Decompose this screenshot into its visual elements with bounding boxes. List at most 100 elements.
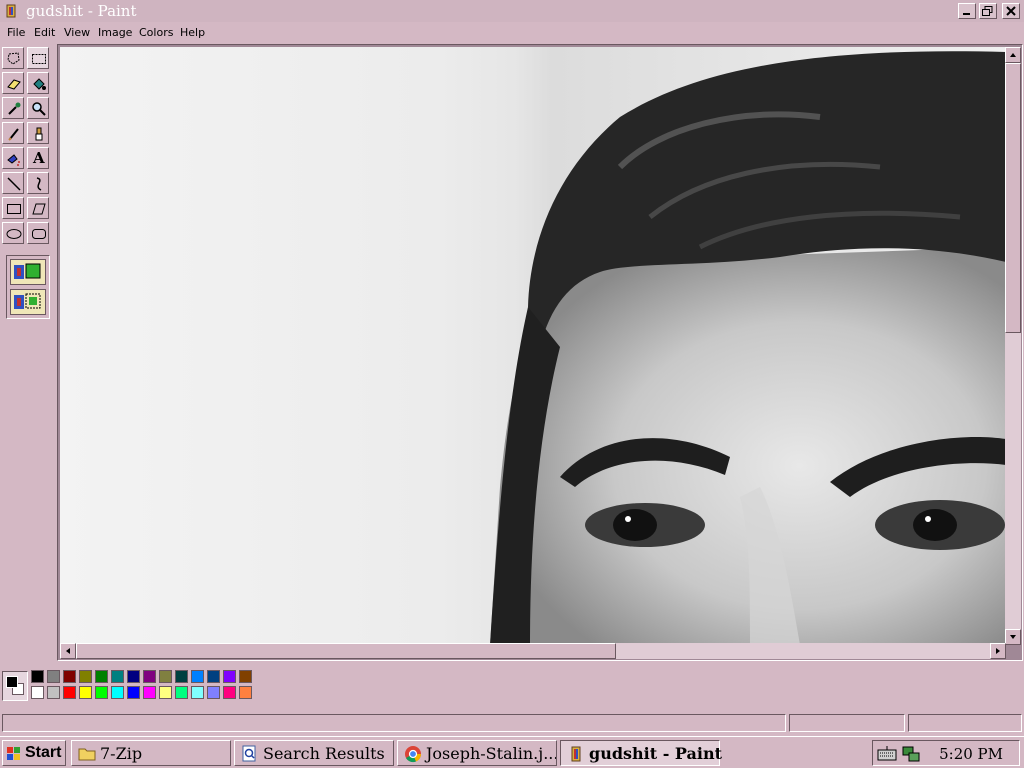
palette-swatch[interactable] <box>143 686 156 699</box>
clock[interactable]: 5:20 PM <box>939 745 1003 763</box>
palette-swatch[interactable] <box>207 670 220 683</box>
fill-bucket-icon <box>33 78 46 90</box>
palette-swatch[interactable] <box>31 686 44 699</box>
eyedropper-icon <box>8 102 21 115</box>
menu-file[interactable]: File <box>7 26 25 39</box>
palette-swatch[interactable] <box>95 686 108 699</box>
start-label: Start <box>25 744 62 761</box>
brush-icon <box>35 127 43 141</box>
horizontal-scroll-thumb[interactable] <box>76 643 616 659</box>
palette-swatch[interactable] <box>175 686 188 699</box>
free-form-select-icon <box>7 52 20 65</box>
polygon-tool[interactable] <box>27 197 49 219</box>
magnifier-icon <box>32 102 46 116</box>
eraser-tool[interactable] <box>2 72 24 94</box>
scroll-up-button[interactable] <box>1005 47 1021 63</box>
canvas-area <box>57 44 1023 661</box>
tool-options-panel <box>6 255 50 319</box>
taskbar-label: 7-Zip <box>100 744 143 763</box>
palette-swatch[interactable] <box>191 686 204 699</box>
arrow-left-icon <box>66 648 70 654</box>
scroll-down-button[interactable] <box>1005 629 1021 645</box>
rounded-rect-icon <box>32 229 46 239</box>
palette-swatch[interactable] <box>111 686 124 699</box>
palette-swatch[interactable] <box>47 686 60 699</box>
minimize-button[interactable] <box>958 3 976 19</box>
line-tool[interactable] <box>2 172 24 194</box>
restore-button[interactable] <box>979 3 997 19</box>
taskbar-button-search-results[interactable]: Search Results <box>234 740 394 766</box>
fill-bucket-tool[interactable] <box>27 72 49 94</box>
paint-app-icon <box>6 4 16 18</box>
brush-tool[interactable] <box>27 122 49 144</box>
search-results-icon <box>242 745 256 762</box>
arrow-down-icon <box>1010 635 1016 639</box>
vertical-scrollbar[interactable] <box>1005 47 1021 645</box>
airbrush-icon <box>7 154 20 166</box>
color-picker-tool[interactable] <box>2 97 24 119</box>
opaque-option[interactable] <box>10 259 46 285</box>
palette-swatch[interactable] <box>159 686 172 699</box>
system-tray: 5:20 PM <box>872 740 1020 766</box>
palette-swatch[interactable] <box>143 670 156 683</box>
foreground-color-swatch[interactable] <box>6 676 18 688</box>
taskbar-button-paint[interactable]: gudshit - Paint <box>560 740 722 766</box>
text-tool[interactable]: A <box>27 147 49 169</box>
menu-colors[interactable]: Colors <box>139 26 173 39</box>
free-form-select-tool[interactable] <box>2 47 24 69</box>
palette-swatch[interactable] <box>111 670 124 683</box>
paint-icon <box>571 746 581 762</box>
menu-edit[interactable]: Edit <box>34 26 55 39</box>
pencil-tool[interactable] <box>2 122 24 144</box>
palette-swatch[interactable] <box>239 670 252 683</box>
scroll-right-button[interactable] <box>990 643 1006 659</box>
magnifier-tool[interactable] <box>27 97 49 119</box>
pencil-icon <box>8 128 19 141</box>
palette-swatch[interactable] <box>31 670 44 683</box>
palette-swatch[interactable] <box>175 670 188 683</box>
taskbar-label: Search Results <box>263 744 385 763</box>
close-button[interactable] <box>1002 3 1020 19</box>
network-icon[interactable] <box>901 744 921 764</box>
transparent-option[interactable] <box>10 289 46 315</box>
palette-swatch[interactable] <box>47 670 60 683</box>
airbrush-tool[interactable] <box>2 147 24 169</box>
palette-swatch[interactable] <box>79 686 92 699</box>
palette-swatch[interactable] <box>191 670 204 683</box>
horizontal-scrollbar[interactable] <box>60 643 1006 659</box>
palette-swatch[interactable] <box>127 686 140 699</box>
rounded-rect-tool[interactable] <box>27 222 49 244</box>
drawing-canvas[interactable] <box>60 47 1006 645</box>
palette-swatch[interactable] <box>79 670 92 683</box>
transparent-option-icon <box>14 293 41 309</box>
scroll-left-button[interactable] <box>60 643 76 659</box>
rectangle-icon <box>7 204 21 214</box>
palette-swatch[interactable] <box>159 670 172 683</box>
keyboard-icon[interactable] <box>877 745 897 763</box>
vertical-scroll-thumb[interactable] <box>1005 63 1021 333</box>
palette-swatch[interactable] <box>127 670 140 683</box>
ellipse-icon <box>6 229 22 239</box>
palette-swatch[interactable] <box>239 686 252 699</box>
ellipse-tool[interactable] <box>2 222 24 244</box>
menu-view[interactable]: View <box>64 26 90 39</box>
current-colors[interactable] <box>2 671 28 701</box>
rect-select-tool[interactable] <box>27 47 49 69</box>
palette-swatch[interactable] <box>223 686 236 699</box>
rectangle-tool[interactable] <box>2 197 24 219</box>
menu-image[interactable]: Image <box>98 26 132 39</box>
start-button[interactable]: Start <box>2 740 66 766</box>
palette-swatch[interactable] <box>223 670 236 683</box>
chrome-icon <box>405 746 422 763</box>
minimize-icon <box>963 13 970 15</box>
palette-swatch[interactable] <box>63 686 76 699</box>
palette-swatch[interactable] <box>207 686 220 699</box>
palette-swatch[interactable] <box>95 670 108 683</box>
menu-help[interactable]: Help <box>180 26 205 39</box>
palette-swatch[interactable] <box>63 670 76 683</box>
curve-tool[interactable] <box>27 172 49 194</box>
taskbar-button-7zip[interactable]: 7-Zip <box>71 740 231 766</box>
title-bar[interactable]: gudshit - Paint <box>0 0 1024 22</box>
taskbar-button-joseph-stalin[interactable]: Joseph-Stalin.j... <box>397 740 557 766</box>
eraser-icon <box>7 79 21 90</box>
